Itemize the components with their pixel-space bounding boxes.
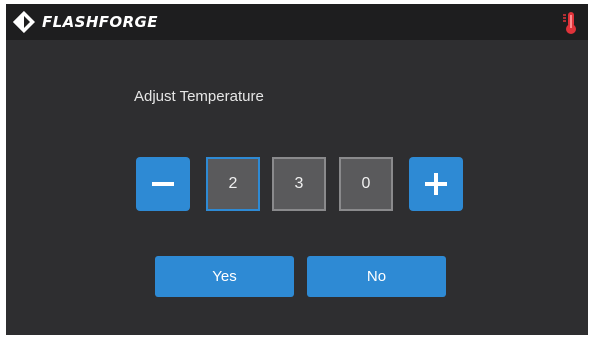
decrement-button[interactable]: [136, 157, 190, 211]
plus-icon: [425, 173, 447, 195]
yes-button[interactable]: Yes: [155, 256, 294, 297]
digit-ones[interactable]: 0: [339, 157, 393, 211]
digit-tens[interactable]: 3: [272, 157, 326, 211]
printer-screen: FLASHFORGE Adjust Temperature 2 3 0 Yes …: [6, 4, 588, 335]
brand-logo: FLASHFORGE: [12, 10, 158, 34]
flashforge-logo-icon: [13, 11, 35, 33]
top-bar: FLASHFORGE: [6, 4, 588, 40]
minus-icon: [152, 182, 174, 186]
no-button[interactable]: No: [307, 256, 446, 297]
brand-name: FLASHFORGE: [42, 13, 158, 31]
dialog-title: Adjust Temperature: [134, 88, 264, 105]
digit-hundreds[interactable]: 2: [206, 157, 260, 211]
thermometer-icon[interactable]: [562, 11, 578, 35]
increment-button[interactable]: [409, 157, 463, 211]
